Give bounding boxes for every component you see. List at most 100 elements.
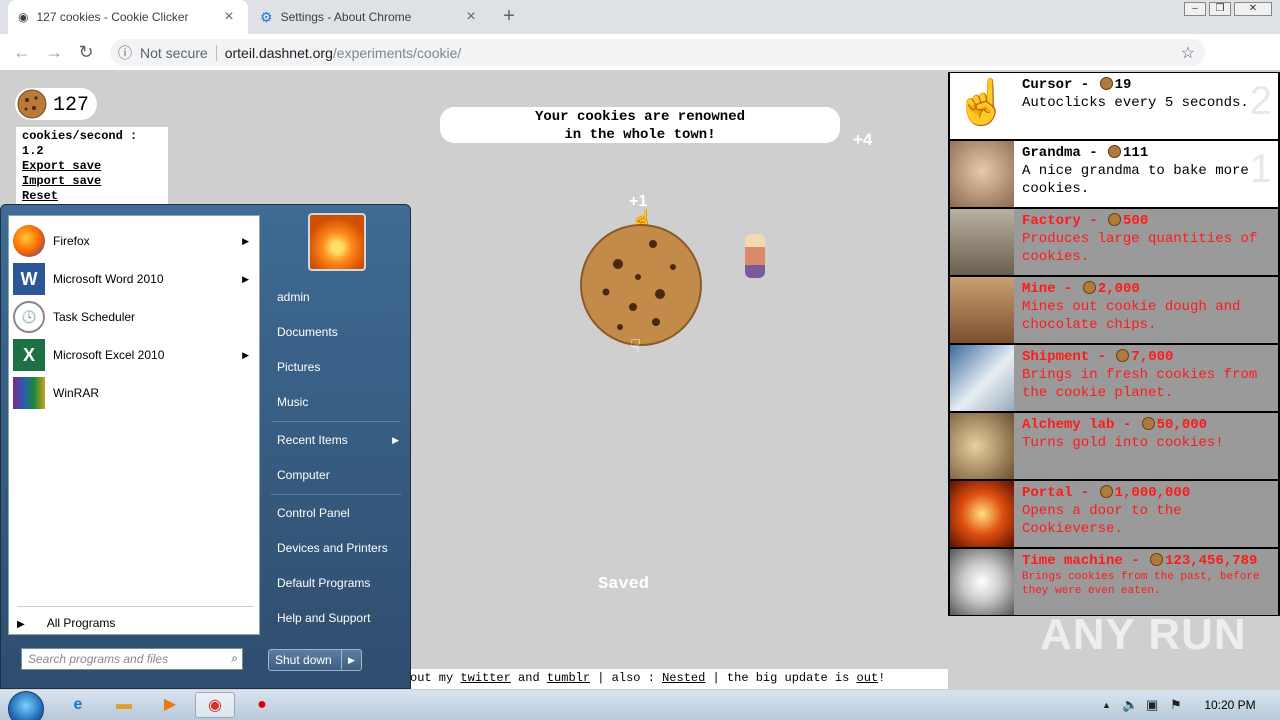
menu-item-devices-printers[interactable]: Devices and Printers: [269, 533, 405, 563]
item-desc: A nice grandma to bake more cookies.: [1022, 163, 1249, 197]
item-name: Shipment - 7,000: [1022, 348, 1278, 366]
item-name-text: Portal -: [1022, 485, 1098, 501]
menu-item-help-support[interactable]: Help and Support: [269, 603, 405, 633]
grandma-sprite: [745, 234, 765, 278]
program-excel[interactable]: X Microsoft Excel 2010 ▶: [13, 338, 257, 372]
menu-item-music[interactable]: Music: [269, 387, 405, 417]
alchemy-lab-icon: [950, 413, 1014, 479]
news-line: Your cookies are renowned: [534, 109, 746, 125]
menu-item-pictures[interactable]: Pictures: [269, 352, 405, 382]
user-picture[interactable]: [308, 213, 366, 271]
ticker-text: out my: [410, 671, 461, 685]
chrome-icon[interactable]: ◉: [195, 692, 235, 718]
nested-link[interactable]: Nested: [662, 671, 705, 685]
close-icon[interactable]: ×: [462, 8, 480, 26]
close-icon[interactable]: ×: [220, 8, 238, 26]
address-bar[interactable]: ⓘ Not secure orteil.dashnet.org /experim…: [110, 39, 1205, 66]
word-icon: W: [13, 263, 45, 295]
item-name-text: Time machine -: [1022, 553, 1149, 569]
program-task-scheduler[interactable]: 🕓 Task Scheduler: [13, 300, 257, 334]
menu-item-computer[interactable]: Computer: [269, 460, 405, 490]
item-price: 1,000,000: [1114, 485, 1191, 501]
back-button[interactable]: ←: [10, 40, 34, 64]
store-item-portal[interactable]: Portal - 1,000,000 Opens a door to the Co…: [950, 481, 1278, 547]
item-name-text: Factory -: [1022, 213, 1107, 229]
item-name: Mine - 2,000: [1022, 280, 1278, 298]
program-firefox[interactable]: Firefox ▶: [13, 224, 257, 258]
menu-item-default-programs[interactable]: Default Programs: [269, 568, 405, 598]
new-tab-button[interactable]: +: [498, 6, 520, 28]
store-item-mine[interactable]: Mine - 2,000 Mines out cookie dough and c…: [950, 277, 1278, 343]
clock[interactable]: 10:20 PM: [1200, 690, 1260, 720]
chevron-right-icon[interactable]: ▶: [341, 650, 361, 670]
item-desc: Opens a door to the Cookieverse.: [1022, 503, 1182, 537]
item-price: 123,456,789: [1165, 553, 1258, 569]
export-save-link[interactable]: Export save: [22, 159, 162, 174]
folder-icon[interactable]: ▬: [104, 692, 144, 718]
store-item-alchemy-lab[interactable]: Alchemy lab - 50,000 Turns gold into cook…: [950, 413, 1278, 479]
owned-count: 2: [1249, 79, 1272, 123]
flag-icon[interactable]: ⚑: [1170, 697, 1182, 713]
cookie-icon: [1099, 485, 1113, 498]
opera-icon[interactable]: ●: [242, 692, 282, 718]
toolbar: ← → ↻ ⓘ Not secure orteil.dashnet.org /e…: [0, 34, 1280, 98]
big-cookie[interactable]: [578, 222, 704, 348]
reset-link[interactable]: Reset: [22, 189, 162, 204]
program-list: Firefox ▶ W Microsoft Word 2010 ▶ 🕓 Task S…: [8, 215, 260, 635]
menu-item-recent-items[interactable]: Recent Items ▶: [269, 425, 405, 455]
info-icon[interactable]: ⓘ: [110, 43, 140, 63]
forward-button[interactable]: →: [42, 40, 66, 64]
security-label: Not secure: [140, 44, 208, 61]
url-host: orteil.dashnet.org: [224, 44, 333, 61]
search-input[interactable]: Search programs and files ⌕: [21, 648, 243, 670]
menu-item-admin[interactable]: admin: [269, 282, 405, 312]
store-item-factory[interactable]: Factory - 500 Produces large quantities o…: [950, 209, 1278, 275]
store-item-grandma[interactable]: Grandma - 111 A nice grandma to bake more…: [950, 141, 1278, 207]
program-word[interactable]: W Microsoft Word 2010 ▶: [13, 262, 257, 296]
internet-explorer-icon[interactable]: e: [58, 692, 98, 718]
search-icon[interactable]: ⌕: [231, 651, 238, 665]
all-programs-label: All Programs: [46, 616, 116, 630]
bookmark-star-icon[interactable]: ☆: [1181, 43, 1195, 63]
tray-arrow-icon[interactable]: ▲: [1102, 700, 1111, 710]
media-player-icon[interactable]: ▶: [150, 692, 190, 718]
update-link[interactable]: out: [857, 671, 879, 685]
ticker-text: and: [510, 671, 547, 685]
store-panel: ☝ Cursor - 19 Autoclicks every 5 seconds.…: [948, 72, 1280, 616]
cookie-counter: 127: [15, 88, 98, 120]
volume-icon[interactable]: 🔈: [1122, 697, 1138, 713]
import-save-link[interactable]: Import save: [22, 174, 162, 189]
shutdown-button[interactable]: Shut down ▶: [268, 649, 362, 671]
time-machine-icon: [950, 549, 1014, 615]
page-icon: ◉: [18, 10, 29, 24]
item-price: 7,000: [1131, 349, 1174, 365]
window-close-button[interactable]: ✕: [1234, 2, 1272, 16]
tab-title: 127 cookies - Cookie Clicker: [36, 10, 189, 24]
tab-strip: ◉ 127 cookies - Cookie Clicker × ⚙ Setti…: [0, 0, 1280, 34]
factory-icon: [950, 209, 1014, 275]
program-winrar[interactable]: WinRAR: [13, 376, 257, 410]
url-path: /experiments/cookie/: [332, 44, 462, 61]
item-name-text: Cursor -: [1022, 77, 1098, 93]
tumblr-link[interactable]: tumblr: [547, 671, 590, 685]
twitter-link[interactable]: twitter: [460, 671, 510, 685]
network-icon[interactable]: ▣: [1146, 697, 1158, 713]
divider: [215, 44, 217, 61]
item-desc: Brings cookies from the past, before the…: [1022, 571, 1260, 597]
chevron-right-icon: ▶: [17, 619, 25, 630]
portal-icon: [950, 481, 1014, 547]
store-item-cursor[interactable]: ☝ Cursor - 19 Autoclicks every 5 seconds.…: [950, 73, 1278, 139]
cookie-icon: [1108, 145, 1122, 158]
store-item-time-machine[interactable]: Time machine - 123,456,789 Brings cookies…: [950, 549, 1278, 615]
item-desc: Brings in fresh cookies from the cookie …: [1022, 367, 1258, 401]
all-programs-button[interactable]: ▶ All Programs: [17, 616, 115, 630]
minimize-button[interactable]: –: [1184, 2, 1206, 16]
menu-item-control-panel[interactable]: Control Panel: [269, 498, 405, 528]
tab-cookie-clicker[interactable]: ◉ 127 cookies - Cookie Clicker ×: [8, 0, 248, 34]
tab-settings[interactable]: ⚙ Settings - About Chrome ×: [250, 0, 490, 34]
start-button[interactable]: [8, 691, 44, 720]
menu-item-documents[interactable]: Documents: [269, 317, 405, 347]
store-item-shipment[interactable]: Shipment - 7,000 Brings in fresh cookies …: [950, 345, 1278, 411]
maximize-button[interactable]: ❐: [1209, 2, 1231, 16]
reload-button[interactable]: ↻: [74, 40, 98, 64]
